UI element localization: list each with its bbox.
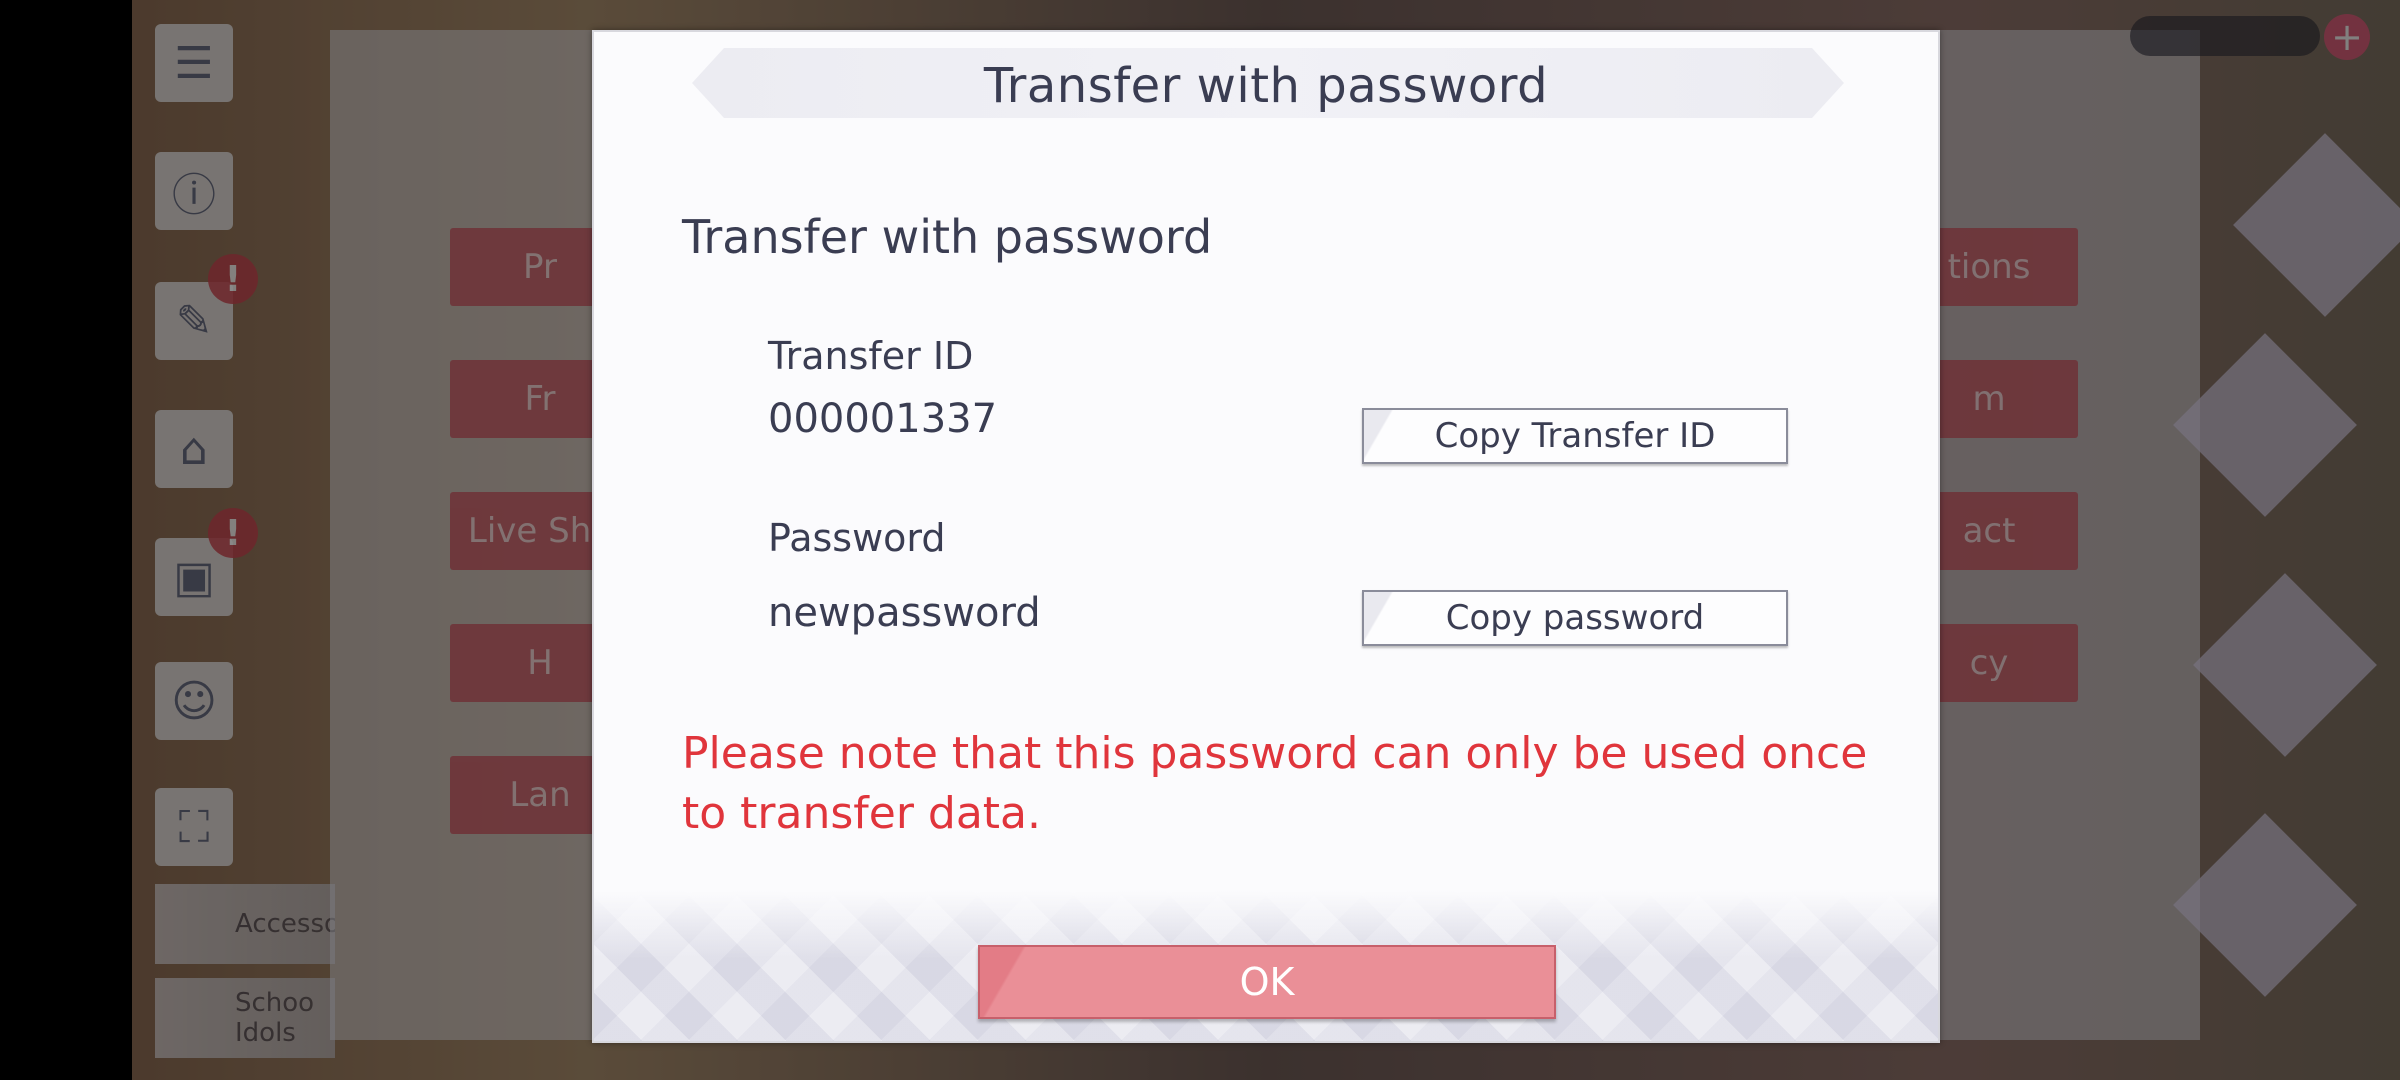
copy-transfer-id-button[interactable]: Copy Transfer ID	[1362, 408, 1788, 464]
dialog-title: Transfer with password	[983, 58, 1549, 114]
copy-password-button[interactable]: Copy password	[1362, 590, 1788, 646]
password-label: Password	[768, 516, 946, 560]
game-screen: ☰ ⓘ ✎ ! ⌂ ▣ ! ☺ ⛶ Accesso Schoo Idols Pr…	[0, 0, 2400, 1080]
password-value: newpassword	[768, 590, 1041, 636]
transfer-id-value: 000001337	[768, 396, 998, 442]
password-notice: Please note that this password can only …	[682, 728, 1868, 839]
transfer-password-dialog: Transfer with password Transfer with pas…	[592, 30, 1940, 1043]
transfer-id-label: Transfer ID	[768, 334, 974, 378]
section-heading: Transfer with password	[682, 210, 1213, 264]
ok-button[interactable]: OK	[978, 945, 1556, 1019]
